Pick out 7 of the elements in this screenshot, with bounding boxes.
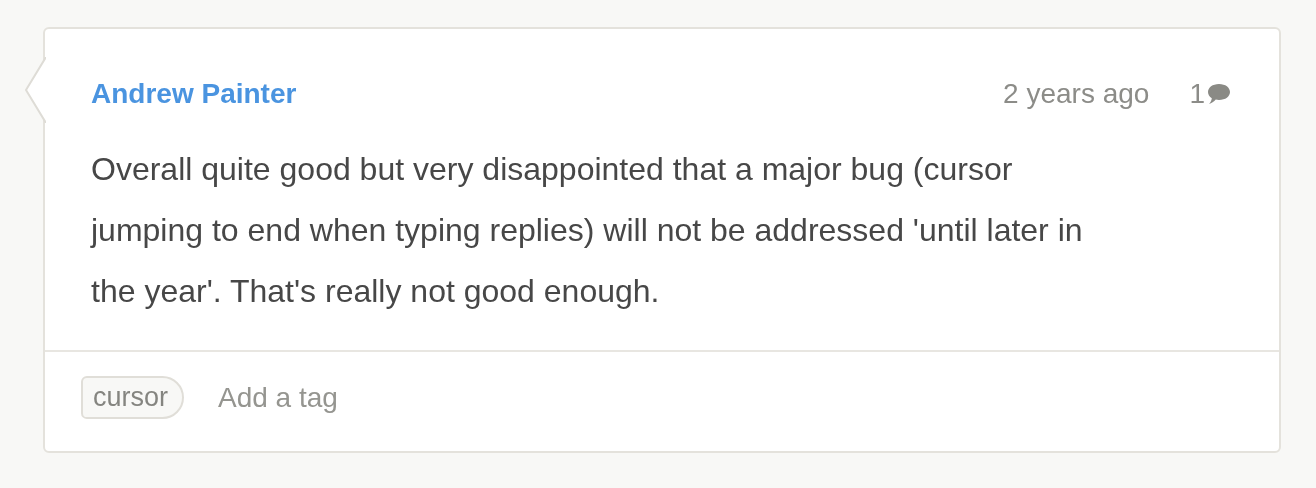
timestamp: 2 years ago	[1003, 78, 1150, 110]
comment-text: Overall quite good but very disappointed that a major bug (cursor jumping to end when typing replies) will not be addressed 'until later in the year'. That's really not good enough.	[91, 150, 1084, 311]
tag-chip[interactable]: cursor	[81, 376, 184, 419]
tag-input[interactable]: Add a tag	[218, 381, 518, 414]
author-link[interactable]: Andrew Painter	[91, 78, 1004, 110]
speech-bubble-icon	[1207, 83, 1231, 105]
reply-count: 1	[1189, 78, 1205, 110]
